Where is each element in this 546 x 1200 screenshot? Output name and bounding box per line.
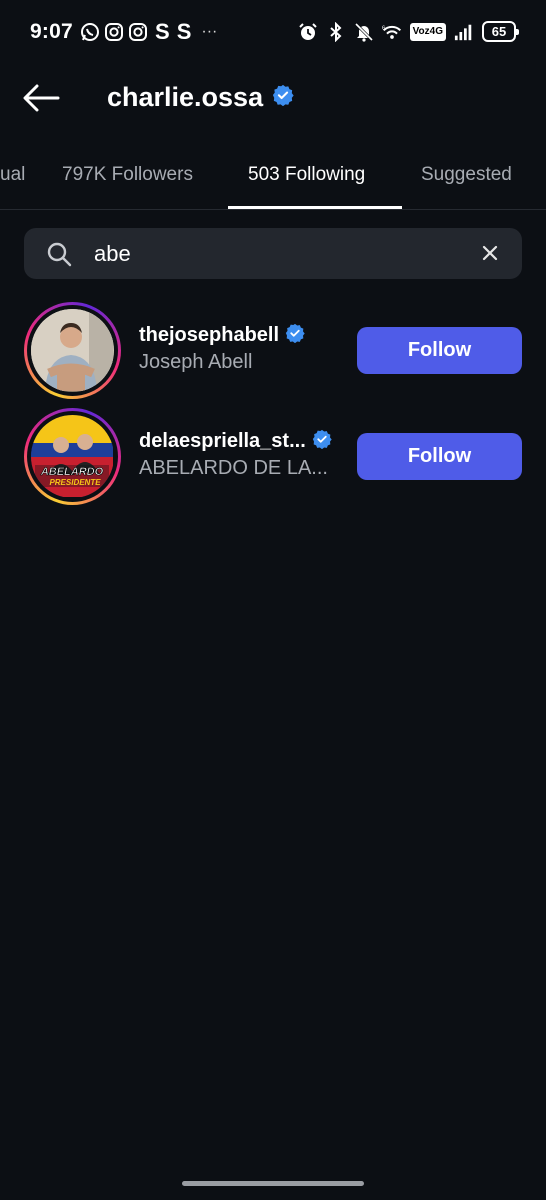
- full-name: ABELARDO DE LA...: [139, 457, 328, 479]
- battery-icon: 65: [482, 21, 519, 42]
- signal-icon: [454, 22, 474, 42]
- tab-following[interactable]: 503 Following: [248, 164, 365, 186]
- username[interactable]: delaespriella_st...: [139, 430, 306, 453]
- verified-badge-icon: [285, 323, 305, 348]
- wifi-icon: 6: [382, 22, 402, 42]
- home-indicator[interactable]: [182, 1181, 364, 1186]
- verified-badge-icon: [312, 429, 332, 454]
- title-wrap: charlie.ossa: [107, 82, 294, 113]
- profile-header: charlie.ossa: [0, 66, 546, 132]
- system-icons: 6 Voz4G 65: [298, 21, 519, 42]
- avatar[interactable]: ABELARDO PRESIDENTE: [24, 408, 121, 505]
- back-button[interactable]: [20, 80, 62, 116]
- profile-photo: [31, 309, 114, 392]
- muted-bell-icon: [354, 22, 374, 42]
- list-item[interactable]: ABELARDO PRESIDENTE delaespriella_st... …: [0, 408, 546, 508]
- tab-bar: ual 797K Followers 503 Following Suggest…: [0, 150, 546, 210]
- bluetooth-icon: [326, 21, 346, 42]
- network-badge: Voz4G: [409, 22, 446, 41]
- verified-badge-icon: [272, 84, 294, 111]
- tab-followers[interactable]: 797K Followers: [62, 164, 193, 186]
- username[interactable]: thejosephabell: [139, 324, 279, 347]
- battery-level: 65: [491, 24, 507, 39]
- app-s-icon: S: [176, 19, 192, 44]
- status-bar: 9:07 S S ··· 6 Voz4G 65: [0, 0, 546, 66]
- page-title: charlie.ossa: [107, 82, 264, 112]
- search-icon: [47, 242, 72, 267]
- alarm-icon: [298, 22, 318, 42]
- search-bar: [24, 228, 522, 279]
- clear-search-icon[interactable]: [480, 243, 500, 263]
- search-input[interactable]: [94, 228, 474, 279]
- username-wrap: delaespriella_st...: [139, 429, 332, 454]
- campaign-poster-icon: ABELARDO PRESIDENTE: [31, 415, 113, 497]
- profile-photo: ABELARDO PRESIDENTE: [31, 415, 114, 498]
- avatar[interactable]: [24, 302, 121, 399]
- username-wrap: thejosephabell: [139, 323, 305, 348]
- svg-text:ABELARDO: ABELARDO: [40, 466, 104, 478]
- person-photo-icon: [31, 309, 113, 391]
- full-name: Joseph Abell: [139, 351, 253, 373]
- follow-button[interactable]: Follow: [357, 327, 522, 374]
- more-notifications-icon: ···: [201, 23, 218, 40]
- instagram-icon: [128, 22, 148, 42]
- status-time: 9:07: [30, 20, 73, 43]
- svg-text:6: 6: [382, 25, 385, 31]
- list-item[interactable]: thejosephabell Joseph Abell Follow: [0, 302, 546, 402]
- notification-icons: S S ···: [80, 19, 218, 44]
- back-arrow-icon: [23, 84, 60, 112]
- svg-text:PRESIDENTE: PRESIDENTE: [49, 478, 101, 487]
- whatsapp-icon: [80, 22, 100, 42]
- instagram-icon: [104, 22, 124, 42]
- app-s-icon: S: [155, 19, 170, 44]
- follow-button[interactable]: Follow: [357, 433, 522, 480]
- active-tab-indicator: [228, 206, 402, 209]
- tab-mutual[interactable]: ual: [0, 164, 25, 186]
- tab-suggested[interactable]: Suggested: [421, 164, 512, 186]
